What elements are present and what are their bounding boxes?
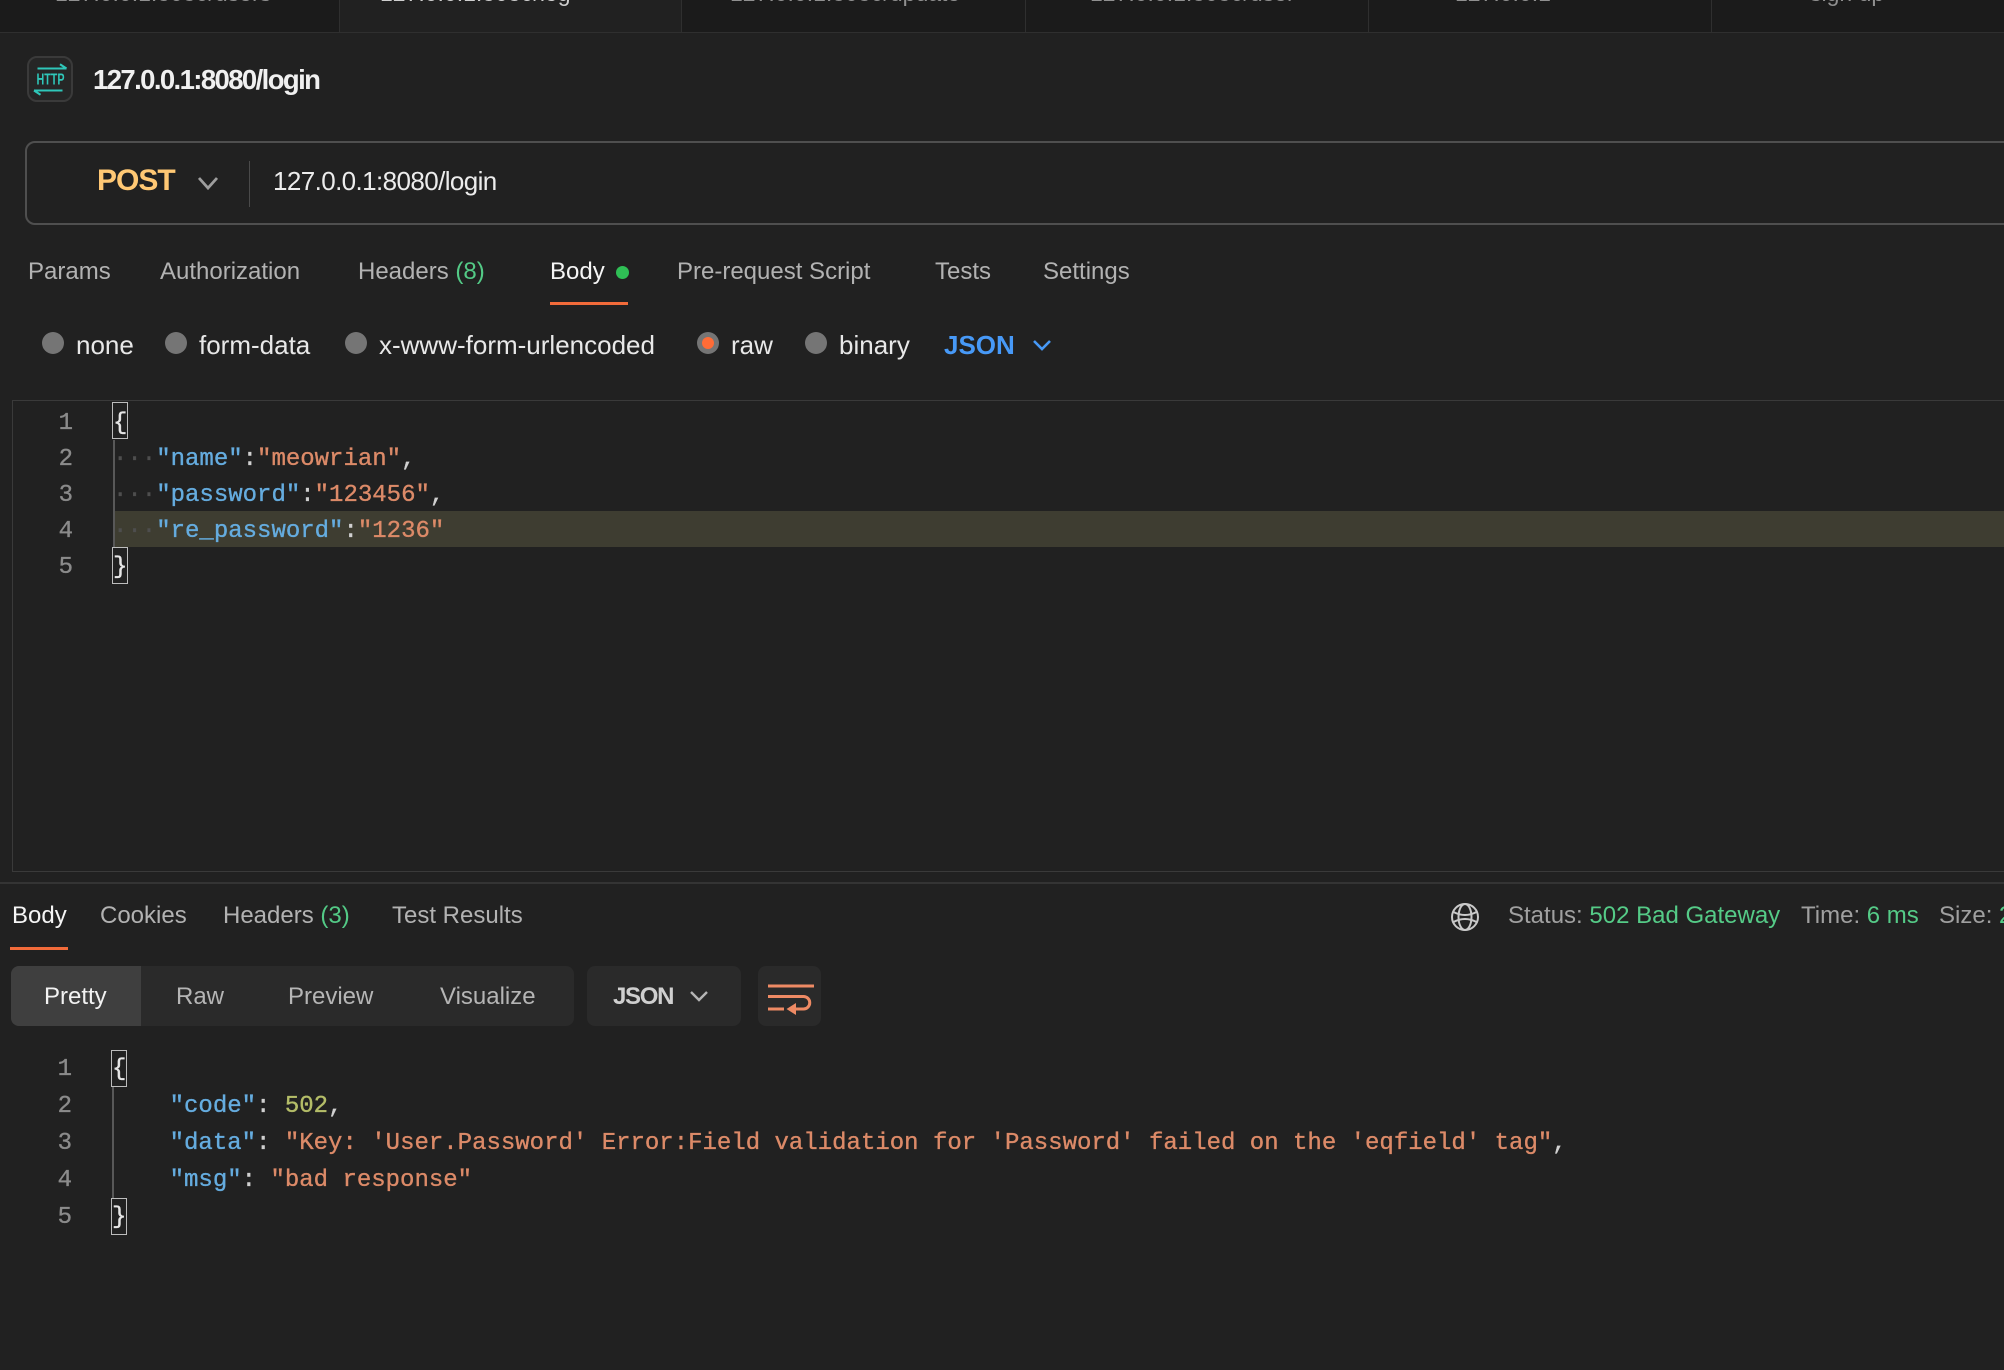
svg-text:HTTP: HTTP <box>37 72 65 89</box>
